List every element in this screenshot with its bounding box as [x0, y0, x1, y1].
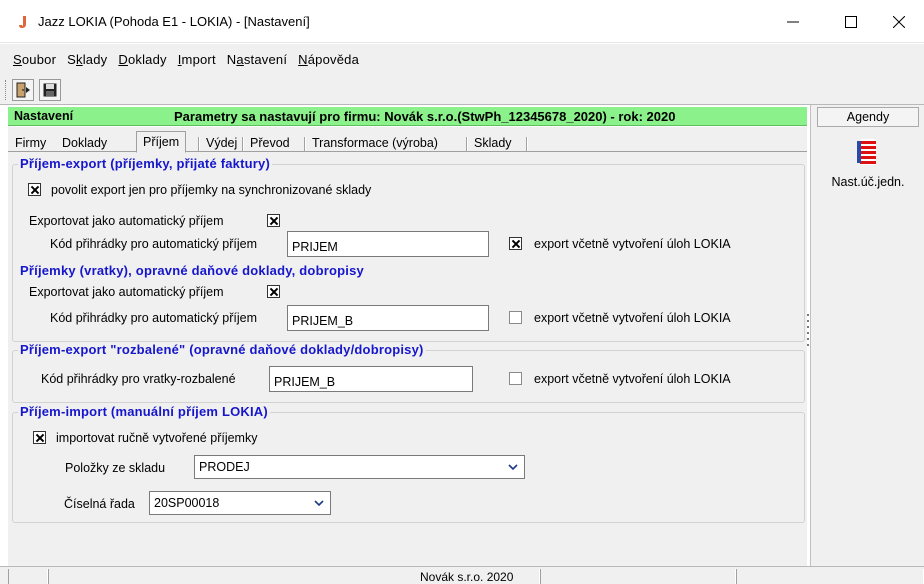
tab-prijem[interactable]: Příjem: [136, 131, 187, 153]
settings-list-icon[interactable]: [857, 139, 879, 165]
group-title-prijem-import: Příjem-import (manuální příjem LOKIA): [18, 404, 270, 419]
close-button[interactable]: [876, 8, 922, 36]
splitter-dot: [807, 326, 809, 328]
menu-doklady[interactable]: Doklady: [118, 52, 166, 67]
tab-sklady[interactable]: Sklady: [468, 135, 518, 152]
status-cell: [8, 569, 48, 584]
maximize-icon: [845, 16, 857, 28]
returns-export-tasks-checkbox[interactable]: [509, 311, 522, 324]
menu-bar: Soubor Sklady Doklady Import Nastavení N…: [0, 44, 924, 75]
manual-import-label: importovat ručně vytvořené příjemky: [56, 431, 258, 445]
agenda-nast-uc-jedn[interactable]: Nast.úč.jedn.: [811, 175, 924, 189]
menu-accel: D: [118, 52, 128, 67]
unpacked-bin-code-label: Kód přihrádky pro vratky-rozbalené: [41, 372, 236, 386]
tab-strip: Firmy Doklady Příjem Výdej Převod Transf…: [8, 130, 807, 153]
exit-button[interactable]: [12, 79, 34, 101]
unpacked-bin-code-input[interactable]: [269, 366, 473, 392]
window-title: Jazz LOKIA (Pohoda E1 - LOKIA) - [Nastav…: [38, 14, 310, 29]
items-from-warehouse-select[interactable]: PRODEJ: [194, 455, 525, 479]
toolbar: [0, 75, 924, 105]
unpacked-export-tasks-checkbox[interactable]: [509, 372, 522, 385]
items-from-warehouse-label: Položky ze skladu: [65, 461, 166, 475]
group-title-returns: Příjemky (vratky), opravné daňové doklad…: [18, 263, 366, 278]
tab-firmy[interactable]: Firmy: [9, 135, 52, 152]
maximize-button[interactable]: [828, 8, 874, 36]
jazz-app-icon: [19, 16, 26, 28]
header-label: Nastavení: [14, 109, 74, 123]
menu-label-rest: mport: [181, 52, 216, 67]
menu-accel: N: [298, 52, 308, 67]
menu-label-rest: stavení: [243, 52, 288, 67]
status-company: Novák s.r.o. 2020: [420, 570, 514, 584]
splitter-dot: [807, 320, 809, 322]
auto-receipt-label: Exportovat jako automatický příjem: [29, 214, 224, 228]
menu-nastaveni[interactable]: Nastavení: [227, 52, 287, 67]
splitter-dot: [807, 338, 809, 340]
menu-label-rest: oubor: [21, 52, 57, 67]
splitter-dot: [807, 332, 809, 334]
menu-label-rest: lady: [82, 52, 108, 67]
menu-accel: S: [13, 52, 22, 67]
settings-panel: Firmy Doklady Příjem Výdej Převod Transf…: [8, 127, 807, 566]
returns-auto-receipt-checkbox[interactable]: [267, 285, 280, 298]
chevron-down-icon: [504, 458, 522, 476]
menu-accel: k: [76, 52, 83, 67]
sync-only-label: povolit export jen pro příjemky na synch…: [51, 183, 372, 197]
returns-export-tasks-label: export včetně vytvoření úloh LOKIA: [534, 311, 731, 325]
export-tasks-label: export včetně vytvoření úloh LOKIA: [534, 237, 731, 251]
tab-prevod[interactable]: Převod: [244, 135, 296, 152]
returns-auto-receipt-label: Exportovat jako automatický příjem: [29, 285, 224, 299]
group-title-unpacked: Příjem-export "rozbalené" (opravné daňov…: [18, 342, 426, 357]
tab-doklady[interactable]: Doklady: [56, 135, 113, 152]
bin-code-input[interactable]: [287, 231, 489, 257]
agendy-panel: Agendy Nast.úč.jedn.: [810, 105, 924, 566]
menu-import[interactable]: Import: [178, 52, 216, 67]
header-message: Parametry sa nastavují pro firmu: Novák …: [174, 109, 676, 124]
tab-transformace[interactable]: Transformace (výroba): [306, 135, 444, 152]
agendy-button[interactable]: Agendy: [817, 107, 919, 127]
chevron-down-icon: [310, 494, 328, 512]
menu-label-pre: S: [67, 52, 76, 67]
status-bar: Novák s.r.o. 2020: [0, 566, 924, 584]
save-button[interactable]: [39, 79, 61, 101]
unpacked-export-tasks-label: export včetně vytvoření úloh LOKIA: [534, 372, 731, 386]
menu-accel: a: [236, 52, 244, 67]
number-series-label: Číselná řada: [64, 497, 135, 511]
toolbar-grip[interactable]: [5, 80, 8, 100]
auto-receipt-checkbox[interactable]: [267, 214, 280, 227]
export-tasks-checkbox[interactable]: [509, 237, 522, 250]
number-series-select[interactable]: 20SP00018: [149, 491, 331, 515]
group-title-prijem-export: Příjem-export (příjemky, přijaté faktury…: [18, 156, 272, 171]
splitter-dot: [807, 344, 809, 346]
number-series-value: 20SP00018: [154, 496, 220, 510]
minimize-button[interactable]: [770, 8, 816, 36]
menu-label-pre: N: [226, 52, 237, 67]
menu-label-rest: oklady: [127, 52, 167, 67]
bin-code-label: Kód přihrádky pro automatický příjem: [50, 237, 258, 251]
returns-bin-code-label: Kód přihrádky pro automatický příjem: [50, 311, 258, 325]
splitter-dot: [807, 314, 809, 316]
menu-soubor[interactable]: Soubor: [13, 52, 56, 67]
returns-bin-code-input[interactable]: [287, 305, 489, 331]
exit-door-icon: [16, 82, 30, 98]
manual-import-checkbox[interactable]: [33, 431, 46, 444]
tab-separator: [526, 137, 528, 151]
floppy-save-icon: [43, 83, 57, 97]
menu-label-rest: ápověda: [307, 52, 360, 67]
status-cell: [736, 569, 924, 584]
status-cell: [540, 569, 736, 584]
items-from-warehouse-value: PRODEJ: [199, 460, 250, 474]
settings-header: Nastavení Parametry sa nastavují pro fir…: [8, 107, 807, 126]
minimize-icon: [787, 21, 799, 23]
tab-vydej[interactable]: Výdej: [200, 135, 243, 152]
sync-only-checkbox[interactable]: [28, 183, 41, 196]
title-bar: Jazz LOKIA (Pohoda E1 - LOKIA) - [Nastav…: [0, 0, 924, 43]
close-icon: [893, 16, 905, 28]
menu-napoveda[interactable]: Nápověda: [298, 52, 359, 67]
menu-sklady[interactable]: Sklady: [67, 52, 107, 67]
